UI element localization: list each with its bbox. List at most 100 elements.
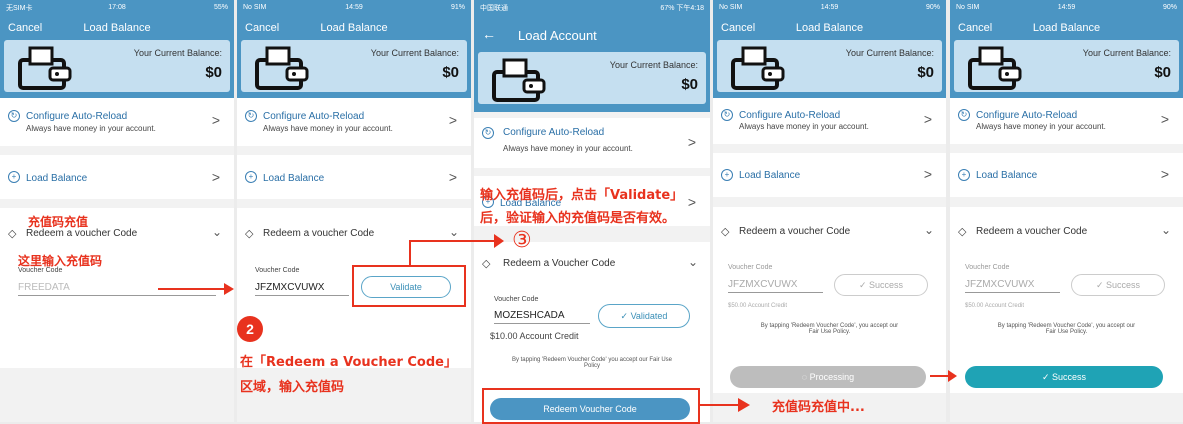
plus-circle-icon: + [8, 171, 20, 183]
processing-button: ◌ Processing [730, 366, 926, 388]
fair-use-note: By tapping 'Redeem Voucher Code' you acc… [511, 357, 673, 369]
screen-5: No SIM 14:59 90% Cancel Load Balance You… [950, 0, 1183, 422]
step-2-badge: 2 [237, 316, 263, 342]
chevron-right-icon: > [687, 194, 696, 210]
balance-label: Your Current Balance: [609, 60, 698, 70]
page-title: Load Balance [83, 22, 151, 34]
reload-icon: ↻ [958, 109, 970, 121]
header: No SIM 14:59 91% Cancel Load Balance You… [237, 0, 471, 105]
auto-reload-row[interactable]: ↻ Configure Auto-Reload Always have mone… [713, 98, 946, 144]
annotation-step3-line1: 输入充值码后，点击「Validate」 [480, 188, 684, 203]
tag-icon: ◇ [958, 226, 967, 238]
header: No SIM 14:59 90% Cancel Load Balance You… [950, 0, 1183, 105]
redeem-title[interactable]: Redeem a voucher Code [739, 226, 850, 237]
success-button: ✓ Success [1071, 274, 1165, 296]
plus-circle-icon: + [245, 171, 257, 183]
annotation-voucher-recharge: 充值码充值 [28, 215, 89, 229]
annotation-connector-vertical [409, 240, 411, 266]
page-title: Load Balance [795, 22, 864, 34]
annotation-step2-line1: 在「Redeem a Voucher Code」 [240, 355, 457, 370]
annotation-arrow [930, 375, 950, 377]
page-title: Load Balance [320, 22, 388, 34]
annotation-connector-horizontal [409, 240, 497, 242]
fair-use-note: By tapping 'Redeem Voucher Code', you ac… [997, 323, 1136, 335]
status-bar: No SIM 14:59 90% [956, 4, 1178, 11]
annotation-arrow-head [738, 398, 750, 412]
balance-value: $0 [442, 64, 459, 81]
balance-value: $0 [681, 76, 698, 93]
wallet-icon [492, 58, 546, 102]
balance-card: Your Current Balance: $0 [4, 40, 230, 92]
reload-icon: ↻ [721, 109, 733, 121]
back-button[interactable]: ← [482, 26, 496, 42]
chevron-down-icon[interactable]: ⌄ [212, 225, 222, 239]
annotation-arrow-head [224, 283, 234, 295]
annotation-arrow-head [494, 234, 504, 248]
balance-card: Your Current Balance: $0 [478, 52, 706, 104]
chevron-right-icon: > [211, 169, 220, 185]
status-bar: No SIM 14:59 91% [243, 4, 465, 11]
balance-label: Your Current Balance: [133, 48, 222, 58]
reload-icon: ↻ [245, 110, 257, 122]
chevron-down-icon[interactable]: ⌄ [924, 223, 934, 237]
auto-reload-row[interactable]: ↻ Configure Auto-Reload Always have mone… [950, 98, 1183, 144]
chevron-right-icon: > [687, 134, 696, 150]
validated-button[interactable]: ✓ Validated [598, 304, 690, 328]
chevron-right-icon: > [448, 112, 457, 128]
reload-icon: ↻ [8, 110, 20, 122]
account-credit: $50.00 Account Credit [965, 303, 1025, 309]
chevron-down-icon[interactable]: ⌄ [449, 225, 459, 239]
voucher-input[interactable] [494, 308, 590, 324]
wallet-icon [255, 46, 309, 90]
annotation-arrow-head [948, 370, 957, 382]
balance-label: Your Current Balance: [845, 48, 934, 58]
auto-reload-row[interactable]: ↻ Configure Auto-Reload Always have mone… [237, 98, 471, 146]
plus-circle-icon: + [958, 169, 970, 181]
redeem-title[interactable]: Redeem a Voucher Code [503, 258, 615, 269]
redeem-title[interactable]: Redeem a voucher Code [263, 228, 374, 239]
load-balance-row[interactable]: + Load Balance > [0, 155, 234, 199]
balance-card: Your Current Balance: $0 [954, 40, 1179, 92]
annotation-recharging: 充值码充值中... [772, 400, 865, 415]
load-balance-row[interactable]: + Load Balance > [950, 153, 1183, 197]
wallet-icon [968, 46, 1022, 90]
chevron-right-icon: > [1160, 166, 1169, 182]
account-credit: $10.00 Account Credit [490, 331, 579, 341]
success-button: ✓ Success [834, 274, 928, 296]
redeem-title[interactable]: Redeem a voucher Code [976, 226, 1087, 237]
screen-1: 无SIM卡 17:08 55% Cancel Load Balance Your… [0, 0, 234, 422]
voucher-input[interactable] [728, 277, 823, 293]
annotation-arrow [158, 288, 226, 290]
balance-label: Your Current Balance: [370, 48, 459, 58]
annotation-box-redeem [482, 388, 700, 424]
header: No SIM 14:59 90% Cancel Load Balance You… [713, 0, 946, 105]
balance-card: Your Current Balance: $0 [241, 40, 467, 92]
annotation-step2-line2: 区域，输入充值码 [240, 380, 345, 395]
chevron-down-icon[interactable]: ⌄ [688, 255, 698, 269]
auto-reload-row[interactable]: ↻ Configure Auto-Reload Always have mone… [474, 118, 710, 168]
header: 无SIM卡 17:08 55% Cancel Load Balance Your… [0, 0, 234, 105]
header: 中国联通 67% 下午4:18 ← Load Account Your Curr… [474, 0, 710, 112]
wallet-icon [731, 46, 785, 90]
voucher-input[interactable] [255, 280, 349, 296]
balance-card: Your Current Balance: $0 [717, 40, 942, 92]
chevron-right-icon: > [211, 112, 220, 128]
balance-value: $0 [205, 64, 222, 81]
success-confirm-button[interactable]: ✓ Success [965, 366, 1163, 388]
chevron-down-icon[interactable]: ⌄ [1161, 223, 1171, 237]
status-bar: No SIM 14:59 90% [719, 4, 941, 11]
auto-reload-row[interactable]: ↻ Configure Auto-Reload Always have mone… [0, 98, 234, 146]
status-bar: 中国联通 67% 下午4:18 [480, 4, 705, 12]
load-balance-row[interactable]: + Load Balance > [713, 153, 946, 197]
tag-icon: ◇ [482, 258, 491, 270]
tag-icon: ◇ [245, 228, 254, 240]
load-balance-row[interactable]: + Load Balance > [237, 155, 471, 199]
step-3-badge: ③ [512, 228, 532, 253]
reload-icon: ↻ [482, 127, 494, 139]
balance-value: $0 [917, 64, 934, 81]
balance-label: Your Current Balance: [1082, 48, 1171, 58]
fair-use-note: By tapping 'Redeem Voucher Code', you ac… [760, 323, 899, 335]
tag-icon: ◇ [721, 226, 730, 238]
voucher-input[interactable] [965, 277, 1060, 293]
annotation-enter-here: 这里输入充值码 [18, 254, 103, 268]
